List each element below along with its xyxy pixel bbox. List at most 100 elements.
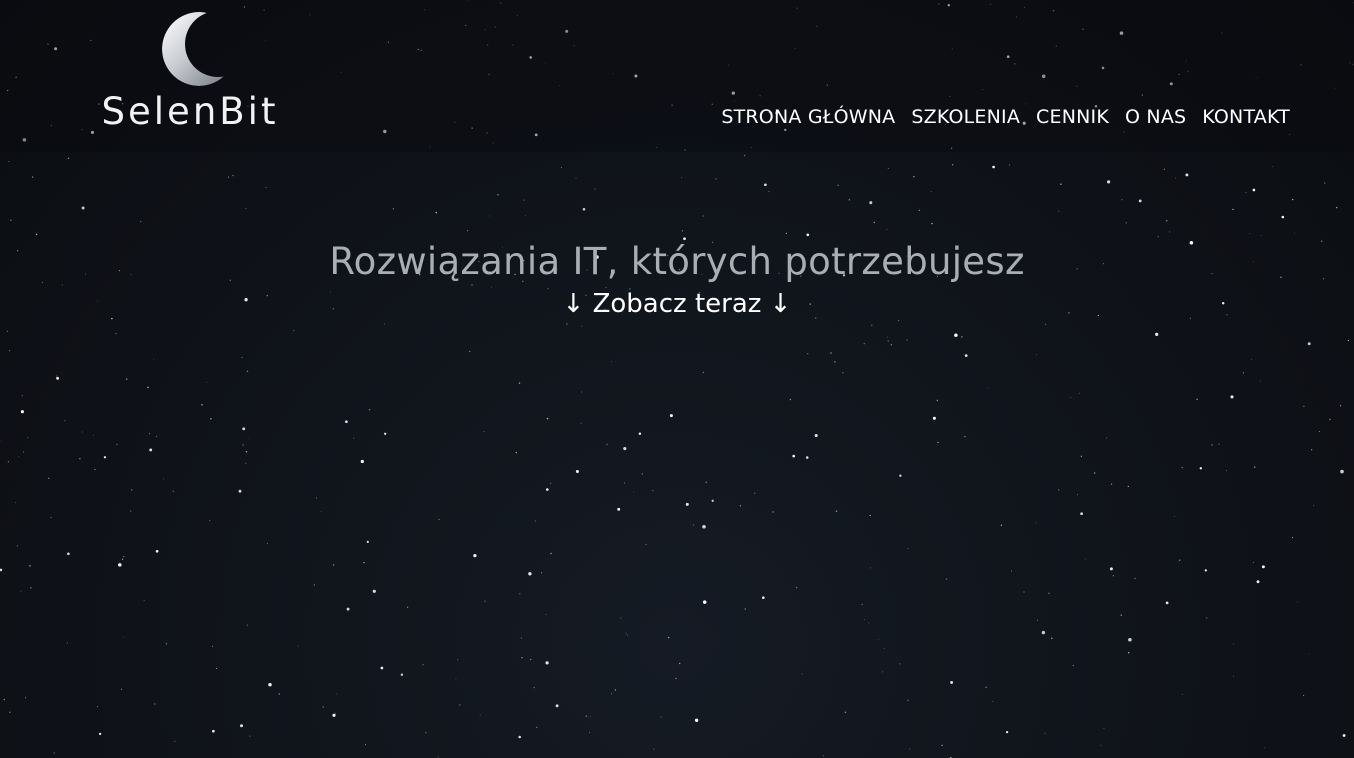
star bbox=[66, 642, 68, 644]
star bbox=[1109, 567, 1113, 571]
star bbox=[129, 510, 132, 512]
star bbox=[131, 489, 133, 491]
star bbox=[814, 433, 818, 438]
star bbox=[232, 174, 234, 177]
star bbox=[528, 572, 532, 576]
star bbox=[489, 215, 490, 217]
star bbox=[238, 489, 242, 493]
star bbox=[764, 183, 767, 187]
star bbox=[761, 596, 765, 600]
star bbox=[1261, 565, 1265, 569]
star bbox=[455, 678, 457, 680]
star bbox=[16, 545, 18, 547]
star bbox=[1009, 164, 1010, 166]
nav-item-about[interactable]: O NAS bbox=[1125, 106, 1186, 128]
star bbox=[1311, 449, 1313, 451]
star bbox=[363, 561, 365, 564]
star bbox=[320, 510, 322, 512]
star bbox=[913, 176, 915, 178]
star bbox=[1259, 380, 1261, 382]
star bbox=[886, 336, 888, 338]
star bbox=[575, 177, 577, 179]
star bbox=[1318, 430, 1320, 433]
star bbox=[523, 199, 525, 201]
star bbox=[1347, 339, 1350, 342]
star bbox=[1080, 455, 1082, 457]
star bbox=[1060, 183, 1062, 185]
star bbox=[1103, 727, 1105, 729]
star bbox=[807, 353, 809, 355]
star bbox=[1078, 392, 1080, 394]
star bbox=[702, 525, 706, 529]
main-nav: STRONA GŁÓWNA SZKOLENIA CENNIK O NAS KON… bbox=[721, 106, 1290, 128]
star bbox=[882, 671, 884, 673]
star bbox=[1120, 614, 1122, 616]
star bbox=[383, 323, 385, 325]
star bbox=[1058, 489, 1060, 491]
star bbox=[863, 342, 866, 345]
star bbox=[81, 206, 85, 210]
star bbox=[96, 706, 98, 708]
hero-title: Rozwiązania IT, których potrzebujesz bbox=[329, 240, 1025, 283]
star bbox=[48, 477, 50, 479]
star bbox=[353, 437, 355, 439]
star bbox=[98, 732, 102, 736]
star bbox=[931, 222, 933, 225]
star bbox=[606, 443, 608, 446]
star bbox=[56, 376, 60, 380]
star bbox=[837, 184, 839, 186]
star bbox=[1005, 730, 1009, 734]
star bbox=[992, 700, 994, 702]
star bbox=[322, 706, 324, 708]
star bbox=[406, 606, 409, 608]
star bbox=[550, 482, 552, 484]
star bbox=[1324, 182, 1326, 184]
star bbox=[1245, 191, 1247, 194]
star bbox=[898, 320, 900, 322]
star bbox=[611, 361, 612, 363]
star bbox=[1157, 236, 1159, 238]
star bbox=[1342, 734, 1346, 737]
star bbox=[1340, 469, 1344, 474]
see-now-link[interactable]: ↓ Zobacz teraz ↓ bbox=[563, 289, 792, 319]
star bbox=[392, 208, 395, 210]
star bbox=[1041, 630, 1046, 635]
nav-item-trainings[interactable]: SZKOLENIA bbox=[911, 106, 1020, 128]
star bbox=[27, 436, 29, 439]
star bbox=[1260, 234, 1262, 236]
star bbox=[533, 686, 535, 689]
star bbox=[1313, 504, 1315, 506]
site-logo[interactable]: SelenBit bbox=[62, 10, 318, 133]
star bbox=[785, 232, 788, 234]
nav-item-pricing[interactable]: CENNIK bbox=[1036, 106, 1109, 128]
star bbox=[987, 387, 989, 389]
star bbox=[332, 713, 336, 717]
star bbox=[1110, 483, 1113, 485]
star bbox=[878, 638, 880, 640]
star bbox=[118, 563, 122, 567]
star bbox=[293, 329, 295, 331]
star bbox=[1232, 675, 1234, 677]
star bbox=[617, 507, 621, 511]
star bbox=[1230, 395, 1234, 399]
star bbox=[1292, 198, 1294, 201]
star bbox=[1308, 653, 1310, 655]
star bbox=[1232, 208, 1234, 211]
star bbox=[899, 474, 902, 477]
star bbox=[242, 427, 246, 431]
nav-item-home[interactable]: STRONA GŁÓWNA bbox=[721, 106, 895, 128]
star bbox=[209, 520, 211, 522]
star bbox=[941, 744, 943, 747]
star bbox=[246, 624, 249, 626]
star bbox=[681, 230, 684, 232]
star bbox=[278, 693, 281, 695]
star bbox=[685, 502, 689, 506]
star bbox=[7, 461, 10, 463]
star bbox=[1281, 215, 1285, 219]
star bbox=[1264, 747, 1266, 749]
star bbox=[772, 511, 774, 513]
star bbox=[623, 447, 627, 451]
star bbox=[332, 564, 335, 566]
star bbox=[534, 520, 537, 522]
nav-item-contact[interactable]: KONTAKT bbox=[1202, 106, 1290, 128]
